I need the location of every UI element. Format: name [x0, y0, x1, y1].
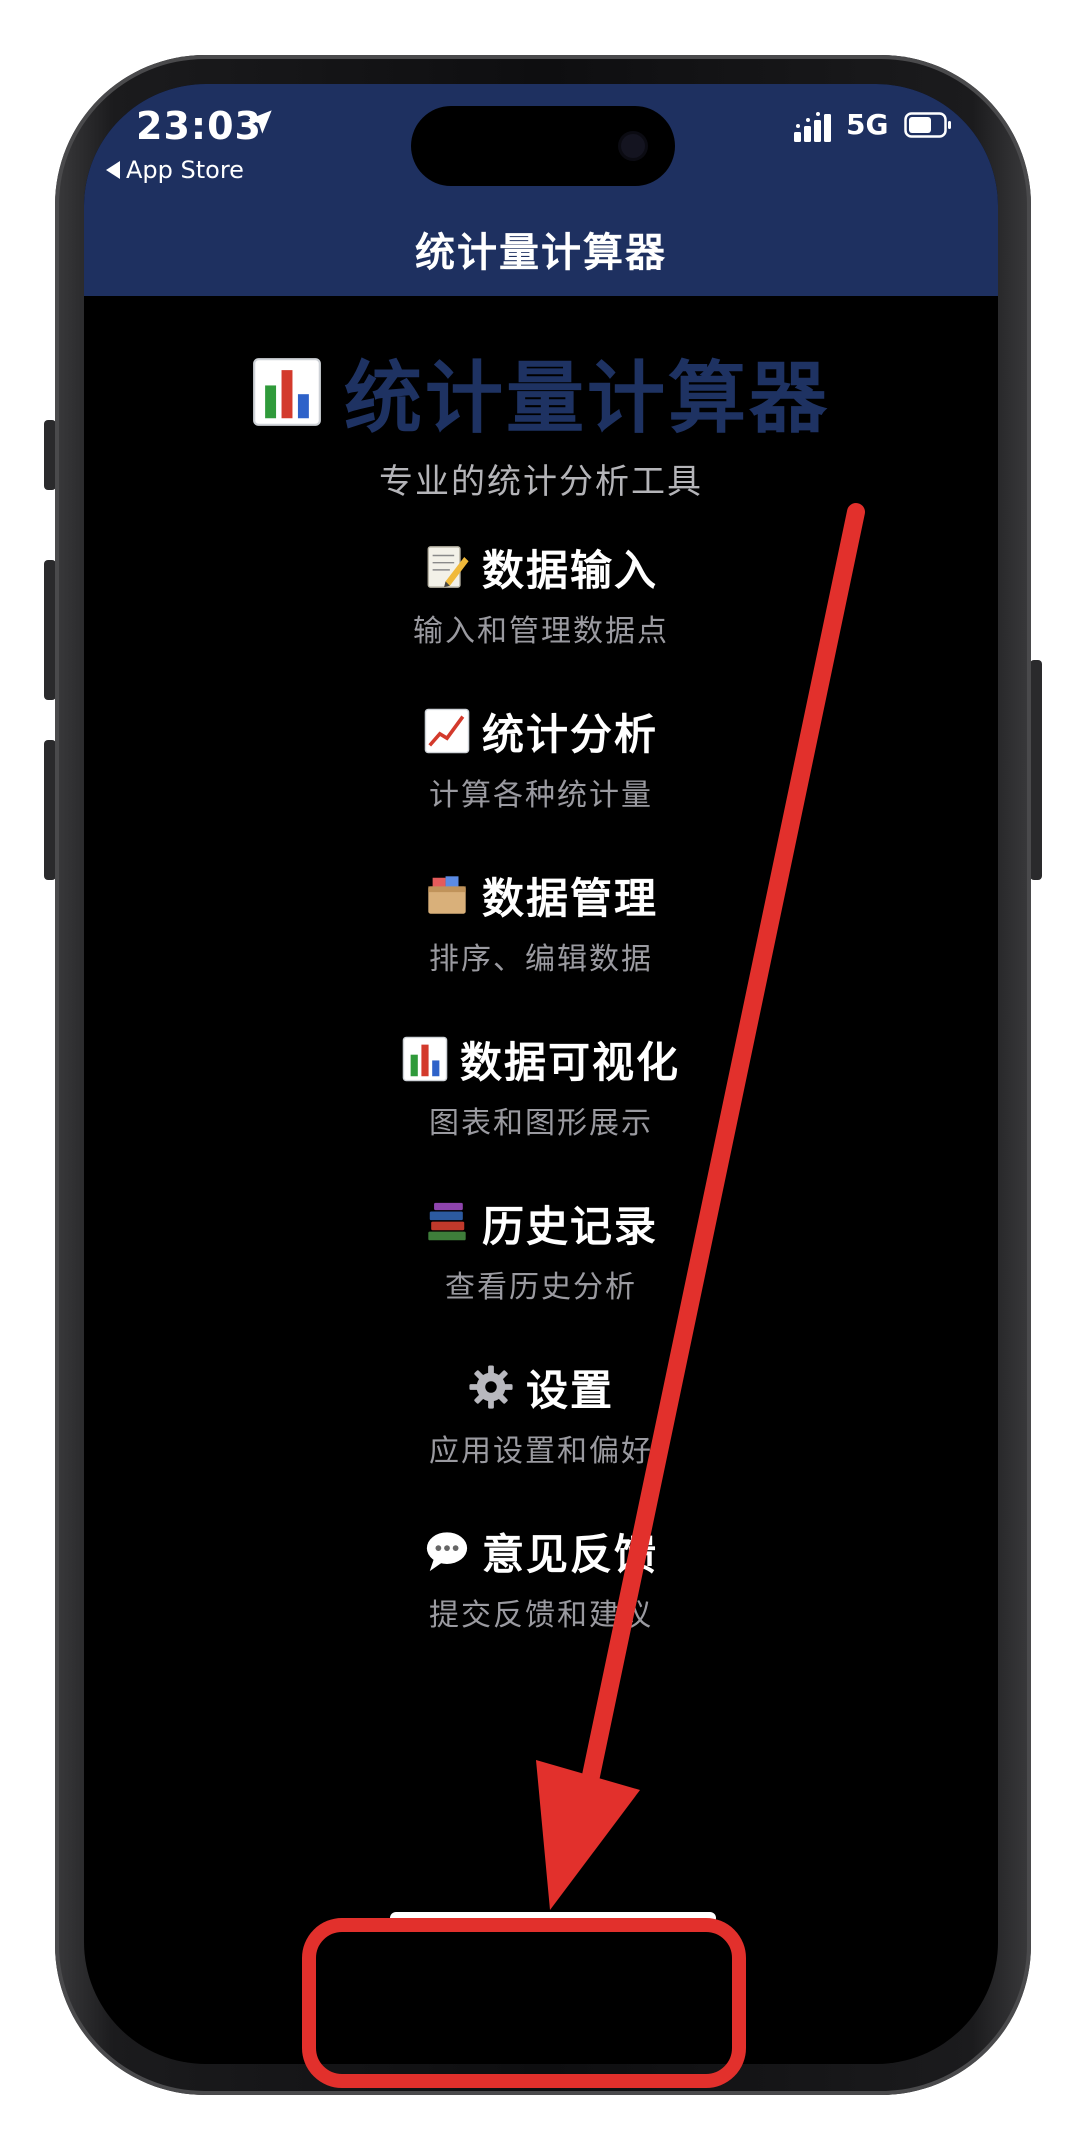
hero-subtitle: 专业的统计分析工具: [379, 462, 703, 502]
phone-screen: 23:03 App Store 5G 统计量计算器 统计量计算器 专业的统计分析…: [84, 84, 998, 2064]
menu-head: 意见反馈: [241, 1518, 841, 1584]
back-triangle-icon: [106, 161, 120, 179]
menu-label: 数据可视化: [459, 1037, 680, 1087]
dynamic-island: [411, 106, 675, 186]
network-type: 5G: [846, 108, 889, 141]
battery-icon: [904, 112, 951, 138]
menu-head: 历史记录: [241, 1190, 841, 1256]
menu-label: 设置: [525, 1365, 614, 1415]
menu-head: 设置: [241, 1354, 841, 1420]
menu-desc: 查看历史分析: [445, 1270, 637, 1305]
menu-desc: 输入和管理数据点: [413, 614, 669, 649]
cellular-signal-icon: [794, 112, 831, 142]
back-to-app-link[interactable]: App Store: [106, 156, 244, 184]
bar-chart-icon: [402, 1036, 448, 1082]
gear-icon: [469, 1365, 513, 1409]
menu-item-statistics[interactable]: 统计分析 计算各种统计量: [241, 698, 841, 838]
menu-head: 数据输入: [241, 534, 841, 600]
hero-title-row: 统计量计算器: [84, 336, 998, 448]
power-button: [1030, 660, 1042, 880]
books-icon: [428, 1202, 466, 1241]
menu-head: 数据可视化: [241, 1026, 841, 1092]
menu-head: 统计分析: [241, 698, 841, 764]
menu-desc: 应用设置和偏好: [429, 1434, 653, 1469]
menu-head: 数据管理: [241, 862, 841, 928]
location-arrow-icon: [248, 110, 272, 134]
menu-item-history[interactable]: 历史记录 查看历史分析: [241, 1190, 841, 1330]
menu-desc: 提交反馈和建议: [429, 1598, 653, 1633]
memo-icon: [427, 546, 469, 588]
status-time: 23:03: [136, 104, 262, 148]
nav-header: 23:03 App Store 5G 统计量计算器: [84, 84, 998, 296]
trend-chart-icon: [424, 708, 470, 754]
bar-chart-icon: [253, 358, 321, 426]
highlight-box: [302, 1918, 746, 2088]
back-app-label: App Store: [126, 156, 244, 184]
speech-bubble-icon: [426, 1532, 468, 1572]
menu-item-feedback[interactable]: 意见反馈 提交反馈和建议: [241, 1518, 841, 1658]
menu-label: 统计分析: [481, 709, 658, 759]
menu-item-data-management[interactable]: 数据管理 排序、编辑数据: [241, 862, 841, 1002]
menu-label: 意见反馈: [481, 1529, 658, 1579]
menu-desc: 图表和图形展示: [429, 1106, 653, 1141]
menu-desc: 计算各种统计量: [429, 778, 653, 813]
file-box-icon: [428, 876, 466, 914]
menu-label: 历史记录: [481, 1201, 658, 1251]
menu-label: 数据管理: [481, 873, 658, 923]
screenshot-stage: 23:03 App Store 5G 统计量计算器 统计量计算器 专业的统计分析…: [0, 0, 1080, 2146]
hero-title: 统计量计算器: [343, 354, 830, 444]
menu-item-settings[interactable]: 设置 应用设置和偏好: [241, 1354, 841, 1494]
header-title: 统计量计算器: [415, 230, 667, 276]
menu-label: 数据输入: [481, 545, 658, 595]
front-camera: [621, 134, 645, 158]
menu-item-data-input[interactable]: 数据输入 输入和管理数据点: [241, 534, 841, 674]
menu-item-visualization[interactable]: 数据可视化 图表和图形展示: [241, 1026, 841, 1166]
menu-desc: 排序、编辑数据: [429, 942, 653, 977]
